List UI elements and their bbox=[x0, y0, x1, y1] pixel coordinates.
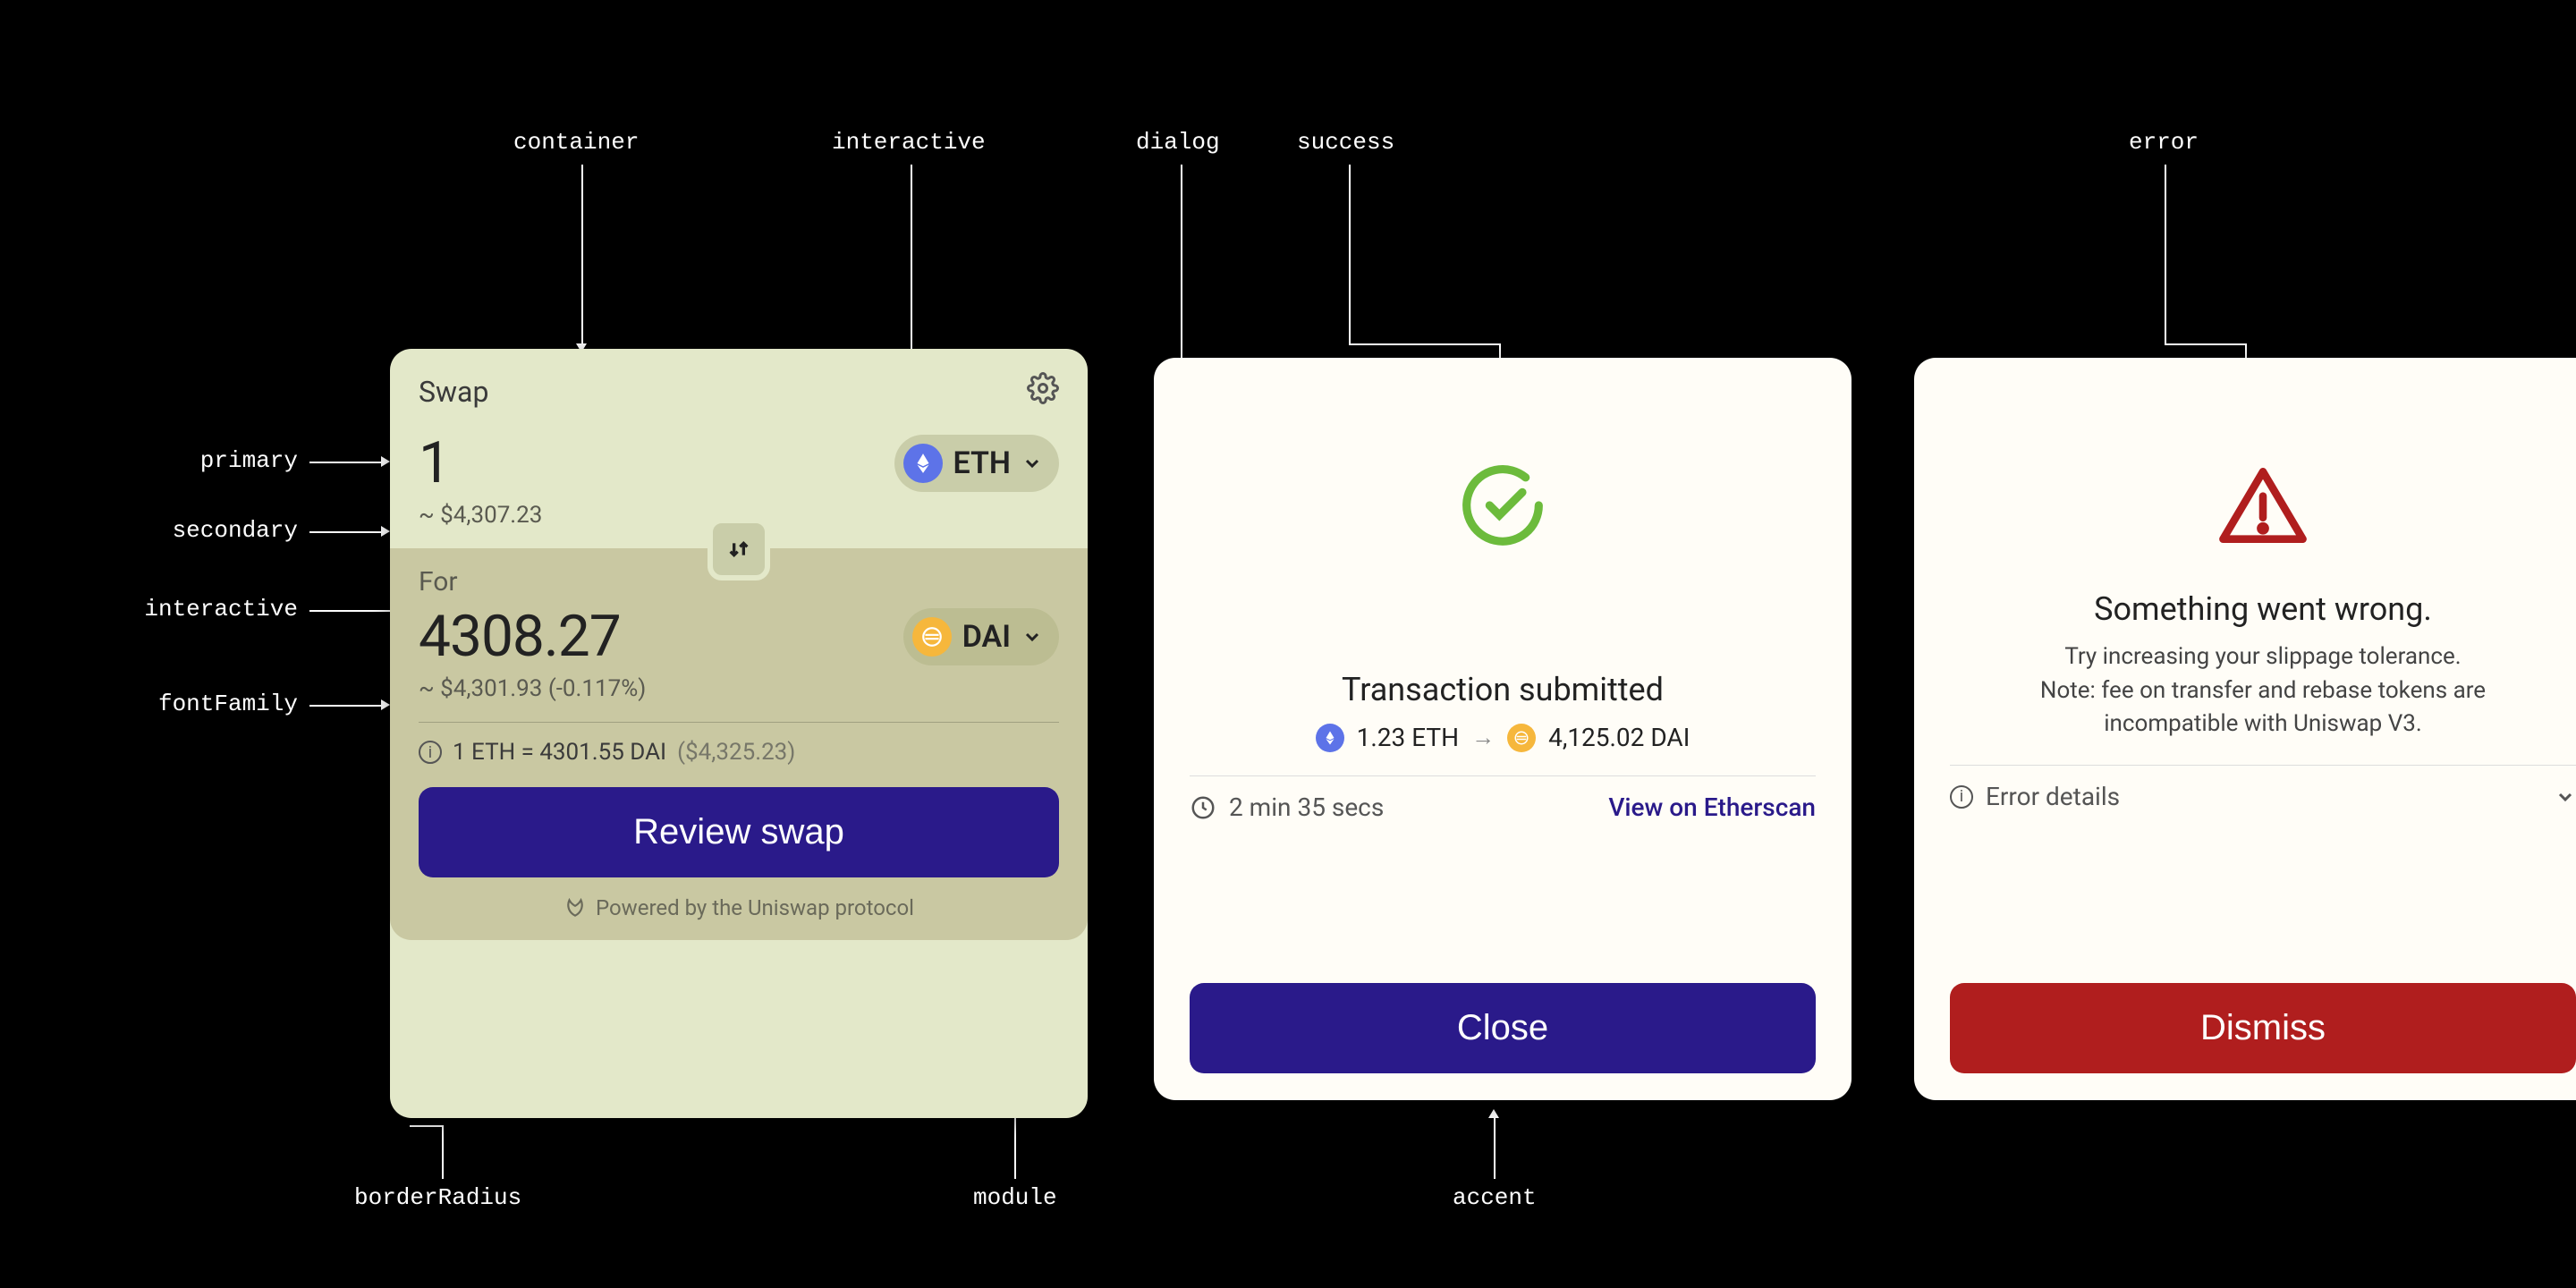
swap-title: Swap bbox=[419, 375, 488, 409]
annotation-container: container bbox=[513, 129, 639, 156]
tx-meta-row: 2 min 35 secs View on Etherscan bbox=[1190, 792, 1816, 822]
input-token-label: ETH bbox=[953, 445, 1011, 481]
info-icon[interactable]: i bbox=[419, 741, 442, 764]
annotation-success: success bbox=[1297, 129, 1394, 156]
success-title: Transaction submitted bbox=[1342, 671, 1664, 708]
input-amount[interactable]: 1 bbox=[419, 429, 450, 496]
gear-icon bbox=[1027, 372, 1059, 404]
arrow-right-icon: → bbox=[1471, 724, 1495, 751]
success-icon bbox=[1453, 456, 1552, 555]
annotation-dialog: dialog bbox=[1136, 129, 1220, 156]
annotation-module: module bbox=[973, 1184, 1057, 1211]
rate-usd: ($4,325.23) bbox=[677, 739, 795, 766]
info-icon: i bbox=[1950, 785, 1973, 809]
error-dialog: Something went wrong. Try increasing you… bbox=[1914, 358, 2576, 1100]
annotation-interactive: interactive bbox=[832, 129, 986, 156]
divider bbox=[1950, 765, 2576, 766]
swap-container: Swap 1 ETH ~ $4,307.23 bbox=[390, 349, 1088, 1118]
eth-icon bbox=[903, 444, 943, 483]
from-amount: 1.23 ETH bbox=[1357, 723, 1459, 752]
dismiss-button[interactable]: Dismiss bbox=[1950, 983, 2576, 1073]
swap-output-section: For 4308.27 DAI ~ $4,301.93 (-0.117%) i … bbox=[390, 548, 1088, 940]
error-details-label: Error details bbox=[1986, 782, 2120, 811]
powered-by: Powered by the Uniswap protocol bbox=[419, 895, 1059, 920]
eth-icon bbox=[1316, 724, 1344, 752]
chevron-down-icon bbox=[1021, 453, 1043, 474]
transaction-summary: 1.23 ETH → 4,125.02 DAI bbox=[1316, 723, 1690, 752]
error-icon bbox=[2214, 456, 2312, 555]
annotation-primary: primary bbox=[92, 447, 298, 474]
divider bbox=[419, 722, 1059, 723]
clock-icon bbox=[1190, 794, 1216, 821]
annotation-fontFamily: fontFamily bbox=[92, 691, 298, 717]
close-button[interactable]: Close bbox=[1190, 983, 1816, 1073]
settings-button[interactable] bbox=[1027, 372, 1059, 411]
swap-direction-button[interactable] bbox=[708, 518, 770, 580]
error-details-toggle[interactable]: i Error details bbox=[1950, 782, 2576, 811]
etherscan-link[interactable]: View on Etherscan bbox=[1608, 792, 1816, 822]
success-dialog: Transaction submitted 1.23 ETH → 4,125.0… bbox=[1154, 358, 1852, 1100]
rate-row: i 1 ETH = 4301.55 DAI ($4,325.23) bbox=[419, 739, 1059, 766]
dai-icon bbox=[1507, 724, 1536, 752]
annotation-accent: accent bbox=[1453, 1184, 1537, 1211]
chevron-down-icon bbox=[2555, 786, 2576, 808]
error-title: Something went wrong. bbox=[2094, 590, 2432, 628]
swap-arrows-icon bbox=[724, 535, 753, 564]
divider bbox=[1190, 775, 1816, 776]
annotation-secondary: secondary bbox=[92, 517, 298, 544]
tx-time: 2 min 35 secs bbox=[1229, 792, 1384, 822]
dai-icon bbox=[912, 617, 952, 657]
output-amount: 4308.27 bbox=[419, 603, 621, 670]
annotation-interactive2: interactive bbox=[92, 596, 298, 623]
input-token-selector[interactable]: ETH bbox=[894, 435, 1059, 492]
swap-header: Swap bbox=[390, 349, 1088, 420]
powered-text: Powered by the Uniswap protocol bbox=[596, 895, 914, 920]
error-body: Try increasing your slippage tolerance. … bbox=[2040, 640, 2486, 741]
annotation-error: error bbox=[2129, 129, 2199, 156]
rate-text: 1 ETH = 4301.55 DAI bbox=[453, 739, 666, 766]
annotation-borderRadius: borderRadius bbox=[354, 1184, 521, 1211]
to-amount: 4,125.02 DAI bbox=[1548, 723, 1690, 752]
output-token-selector[interactable]: DAI bbox=[903, 608, 1059, 665]
review-swap-button[interactable]: Review swap bbox=[419, 787, 1059, 877]
output-token-label: DAI bbox=[962, 619, 1011, 655]
uniswap-icon bbox=[564, 896, 587, 919]
output-usd-value: ~ $4,301.93 (-0.117%) bbox=[419, 675, 1059, 702]
chevron-down-icon bbox=[1021, 626, 1043, 648]
